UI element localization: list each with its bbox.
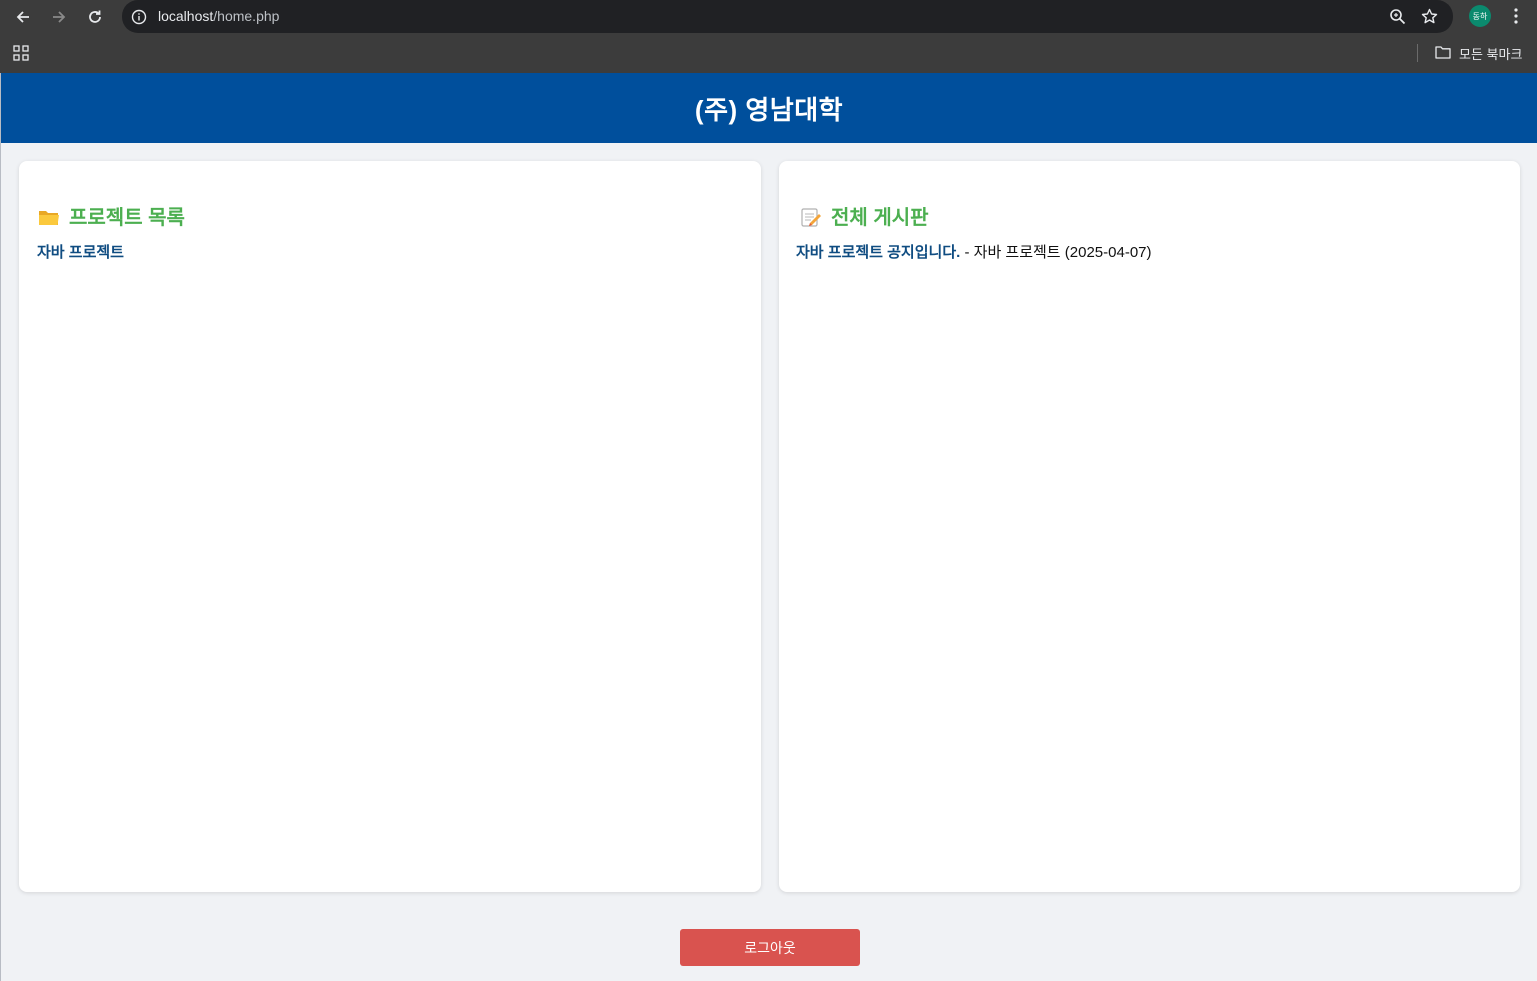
project-link[interactable]: 자바 프로젝트 — [37, 244, 124, 261]
url-path: /home.php — [213, 8, 280, 24]
forward-button[interactable] — [48, 6, 70, 28]
zoom-icon[interactable] — [1389, 8, 1406, 25]
post-meta: - 자바 프로젝트 (2025-04-07) — [960, 244, 1152, 261]
site-info-icon[interactable] — [131, 9, 147, 25]
board-card: 전체 게시판 자바 프로젝트 공지입니다. - 자바 프로젝트 (2025-04… — [779, 161, 1520, 892]
browser-toolbar: localhost/home.php 동하 — [0, 0, 1537, 33]
window-edge — [0, 73, 1, 981]
folder-icon — [39, 211, 59, 225]
url-text[interactable]: localhost/home.php — [158, 8, 279, 24]
all-bookmarks-link[interactable]: 모든 북마크 — [1459, 44, 1522, 63]
url-host: localhost — [158, 8, 214, 24]
project-list-title: 프로젝트 목록 — [69, 207, 185, 229]
memo-icon — [801, 208, 821, 227]
list-item: 자바 프로젝트 — [37, 241, 124, 262]
reload-icon — [89, 10, 101, 23]
bookmarks-divider — [1417, 44, 1418, 62]
project-list-heading: 프로젝트 목록 — [38, 201, 185, 230]
board-heading: 전체 게시판 — [800, 201, 929, 230]
bookmark-star-icon[interactable] — [1421, 8, 1438, 25]
back-arrow-icon — [16, 11, 29, 23]
more-menu-icon[interactable] — [1509, 7, 1523, 25]
site-title: (주) 영남대학 — [694, 94, 844, 125]
bookmarks-bar: 모든 북마크 — [0, 33, 1537, 73]
project-list-card: 프로젝트 목록 자바 프로젝트 — [19, 161, 761, 892]
board-title: 전체 게시판 — [831, 207, 929, 229]
address-bar[interactable]: localhost/home.php — [122, 0, 1453, 33]
logout-button[interactable]: 로그아웃 — [680, 929, 860, 966]
list-item: 자바 프로젝트 공지입니다. - 자바 프로젝트 (2025-04-07) — [796, 241, 1152, 262]
post-link[interactable]: 자바 프로젝트 공지입니다. — [796, 244, 960, 261]
reload-button[interactable] — [84, 6, 106, 28]
forward-arrow-icon — [53, 11, 66, 23]
folder-outline-icon[interactable] — [1435, 45, 1451, 59]
site-header: (주) 영남대학 — [1, 73, 1537, 143]
apps-grid-icon[interactable] — [13, 45, 29, 61]
profile-avatar[interactable]: 동하 — [1469, 5, 1491, 27]
back-button[interactable] — [12, 6, 34, 28]
